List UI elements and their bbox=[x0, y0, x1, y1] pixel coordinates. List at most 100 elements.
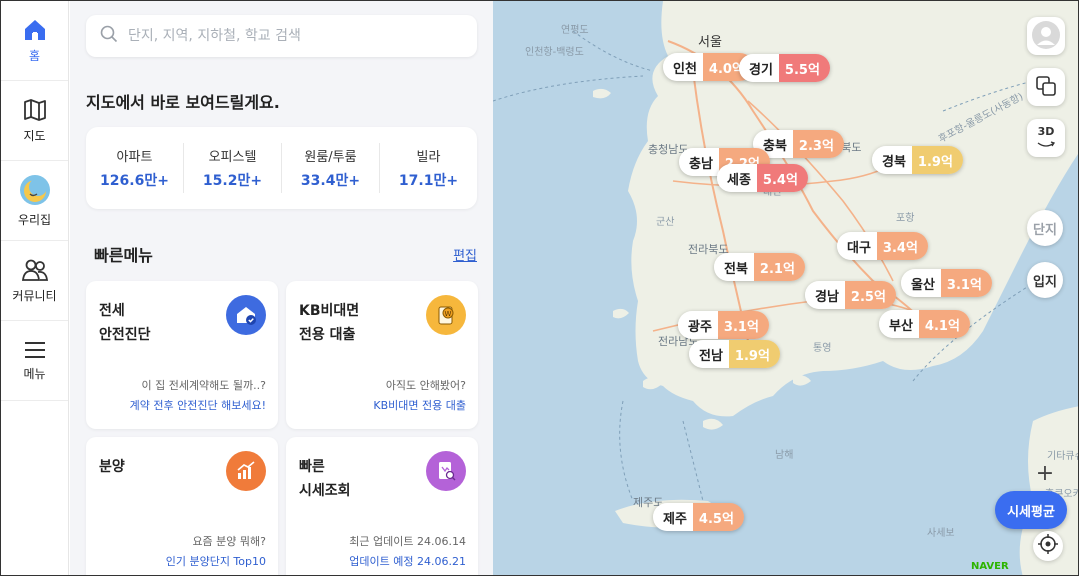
nav-community-label: 커뮤니티 bbox=[12, 288, 57, 303]
marker-name: 대구 bbox=[837, 232, 877, 260]
price-marker-ulsan[interactable]: 울산 3.1억 bbox=[901, 269, 992, 297]
svg-text:W: W bbox=[445, 310, 452, 318]
chart-up-icon bbox=[226, 451, 266, 491]
layers-button[interactable] bbox=[1027, 68, 1065, 106]
map-label: 포항 bbox=[896, 213, 915, 224]
marker-value: 5.4억 bbox=[756, 164, 808, 192]
marker-value: 1.9억 bbox=[728, 340, 780, 368]
ipji-toggle[interactable]: 입지 bbox=[1027, 262, 1063, 298]
nav-my-home-label: 우리집 bbox=[17, 212, 52, 227]
sidebar-nav: 홈 지도 우리집 커뮤니티 메뉴 bbox=[1, 1, 69, 575]
quick-menu-edit-link[interactable]: 편집 bbox=[453, 245, 477, 264]
home-panel: 지도에서 바로 보여드릴게요. 아파트 126.6만+ 오피스텔 15.2만+ 원룸… bbox=[70, 1, 493, 575]
stat-label: 아파트 bbox=[116, 150, 153, 165]
marker-value: 3.1억 bbox=[940, 269, 992, 297]
price-marker-jeonnam[interactable]: 전남 1.9억 bbox=[689, 340, 780, 368]
danji-toggle[interactable]: 단지 bbox=[1027, 210, 1063, 246]
moon-house-icon bbox=[19, 174, 51, 206]
price-marker-gyeongbuk[interactable]: 경북 1.9억 bbox=[872, 146, 963, 174]
marker-name: 경기 bbox=[739, 54, 779, 82]
marker-value: 2.3억 bbox=[792, 130, 844, 158]
price-marker-busan[interactable]: 부산 4.1억 bbox=[879, 310, 970, 338]
avatar-icon bbox=[1031, 20, 1061, 53]
price-marker-daegu[interactable]: 대구 3.4억 bbox=[837, 232, 928, 260]
current-location-button[interactable] bbox=[1033, 531, 1063, 561]
property-stats: 아파트 126.6만+ 오피스텔 15.2만+ 원룸/투룸 33.4만+ 빌라 17.1… bbox=[86, 127, 477, 209]
stat-label: 빌라 bbox=[416, 150, 441, 165]
card-link[interactable]: 업데이트 예정 24.06.21 bbox=[349, 553, 466, 569]
card-presale[interactable]: 분양 요즘 분양 뭐해? 인기 분양단지 Top10 bbox=[86, 437, 278, 575]
nav-home[interactable]: 홈 bbox=[1, 1, 68, 81]
home-icon bbox=[22, 18, 48, 42]
map-background bbox=[493, 1, 1078, 575]
card-link[interactable]: 계약 전후 안전진단 해보세요! bbox=[130, 397, 266, 413]
marker-value: 4.5억 bbox=[692, 503, 744, 531]
search-bar[interactable] bbox=[86, 15, 477, 57]
map-label: 남해 bbox=[775, 450, 794, 461]
map-label: 사세보 bbox=[927, 528, 955, 539]
marker-value: 2.5억 bbox=[844, 281, 896, 309]
marker-value: 3.1억 bbox=[717, 311, 769, 339]
price-marker-gwangju[interactable]: 광주 3.1억 bbox=[678, 311, 769, 339]
marker-name: 세종 bbox=[717, 164, 757, 192]
card-question: 최근 업데이트 24.06.14 bbox=[349, 535, 466, 548]
marker-name: 제주 bbox=[653, 503, 693, 531]
card-title: 분양 bbox=[99, 459, 125, 475]
stat-officetel[interactable]: 오피스텔 15.2만+ bbox=[184, 143, 282, 193]
card-link[interactable]: 인기 분양단지 Top10 bbox=[166, 553, 266, 569]
stat-villa[interactable]: 빌라 17.1만+ bbox=[380, 143, 477, 193]
stat-value: 126.6만+ bbox=[100, 173, 169, 189]
nav-map[interactable]: 지도 bbox=[1, 81, 68, 161]
price-marker-gyeonggi[interactable]: 경기 5.5억 bbox=[739, 54, 830, 82]
marker-value: 1.9억 bbox=[911, 146, 963, 174]
map-label: 인천항-백령도 bbox=[525, 47, 584, 58]
card-jeonse-safety[interactable]: 전세 안전진단 이 집 전세계약해도 될까..? 계약 전후 안전진단 해보세요! bbox=[86, 281, 278, 429]
map-view[interactable]: 서울 연평도 인천항-백령도 충청남도 경상북도 포항 군산 전라북도 전라남도… bbox=[493, 1, 1078, 575]
3d-toggle-button[interactable]: 3D bbox=[1027, 119, 1065, 157]
card-link[interactable]: KB비대면 전용 대출 bbox=[373, 397, 466, 413]
marker-name: 부산 bbox=[879, 310, 919, 338]
stat-label: 오피스텔 bbox=[208, 150, 257, 165]
card-title: KB비대면 bbox=[299, 303, 360, 319]
card-title: 전용 대출 bbox=[299, 327, 356, 343]
stat-apartment[interactable]: 아파트 126.6만+ bbox=[86, 143, 184, 193]
nav-menu[interactable]: 메뉴 bbox=[1, 321, 68, 401]
price-average-button[interactable]: 시세평균 bbox=[995, 491, 1067, 529]
card-title: 전세 bbox=[99, 303, 125, 319]
price-marker-sejong[interactable]: 세종 5.4억 bbox=[717, 164, 808, 192]
stat-value: 17.1만+ bbox=[398, 173, 459, 189]
search-input[interactable] bbox=[128, 28, 448, 44]
nav-map-label: 지도 bbox=[23, 128, 46, 143]
layers-icon bbox=[1035, 75, 1057, 100]
card-quick-price[interactable]: 빠른 시세조회 최근 업데이트 24.06.14 업데이트 예정 24.06.21 bbox=[286, 437, 478, 575]
price-marker-gyeongnam[interactable]: 경남 2.5억 bbox=[805, 281, 896, 309]
nav-menu-label: 메뉴 bbox=[23, 366, 46, 381]
nav-community[interactable]: 커뮤니티 bbox=[1, 241, 68, 321]
marker-name: 경남 bbox=[805, 281, 845, 309]
marker-value: 2.1억 bbox=[753, 253, 805, 281]
3d-label: 3D bbox=[1037, 125, 1055, 138]
stat-value: 15.2만+ bbox=[202, 173, 263, 189]
shield-house-icon bbox=[226, 295, 266, 335]
coin-card-icon: W bbox=[426, 295, 466, 335]
map-label: 군산 bbox=[656, 217, 675, 228]
card-question: 아직도 안해봤어? bbox=[385, 379, 466, 392]
map-label: 통영 bbox=[813, 343, 832, 354]
marker-name: 전남 bbox=[689, 340, 729, 368]
card-kb-loan[interactable]: KB비대면전용 대출 W 아직도 안해봤어? KB비대면 전용 대출 bbox=[286, 281, 478, 429]
map-label: 연평도 bbox=[561, 25, 589, 36]
card-question: 이 집 전세계약해도 될까..? bbox=[141, 379, 266, 392]
map-label-seoul: 서울 bbox=[698, 35, 722, 50]
zoom-in-button[interactable]: + bbox=[1027, 455, 1063, 491]
map-icon bbox=[22, 98, 48, 122]
stat-value: 33.4만+ bbox=[300, 173, 361, 189]
nav-my-home[interactable]: 우리집 bbox=[1, 161, 68, 241]
crosshair-icon bbox=[1037, 533, 1059, 559]
price-marker-jeonbuk[interactable]: 전북 2.1억 bbox=[714, 253, 805, 281]
app-root: 홈 지도 우리집 커뮤니티 메뉴 지도에서 바로 보여드릴게요. 아파트 126.… bbox=[0, 0, 1079, 576]
price-marker-jeju[interactable]: 제주 4.5억 bbox=[653, 503, 744, 531]
quick-menu-title: 빠른메뉴 bbox=[94, 246, 153, 265]
stat-oneroom[interactable]: 원룸/투룸 33.4만+ bbox=[282, 143, 380, 193]
naver-logo: NAVER bbox=[971, 561, 1009, 572]
profile-avatar-button[interactable] bbox=[1027, 17, 1065, 55]
